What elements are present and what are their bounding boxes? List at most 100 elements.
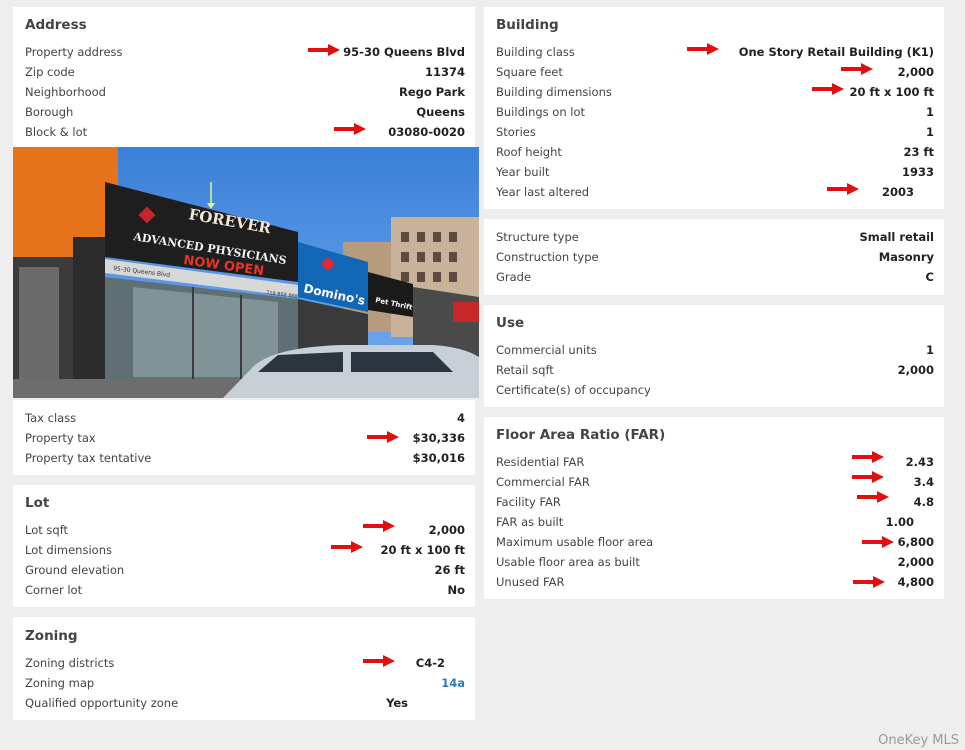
row-value: Queens <box>416 105 465 119</box>
row-label: Borough <box>25 105 74 119</box>
row-label: Tax class <box>25 411 77 425</box>
row-value: Yes <box>386 696 408 710</box>
lot-row: Ground elevation 26 ft <box>25 560 465 580</box>
row-label: Property tax tentative <box>25 451 152 465</box>
building-title: Building <box>496 17 559 33</box>
row-label: Year last altered <box>496 185 590 199</box>
zoning-row: Zoning districts C4-2 <box>25 653 465 673</box>
structure-row: Grade C <box>496 267 934 287</box>
row-value: $30,016 <box>412 451 465 465</box>
building-card: Building Building class One Story Retail… <box>484 7 944 209</box>
building-row: Year built 1933 <box>496 162 934 182</box>
row-value: $30,336 <box>412 431 465 445</box>
row-value: 20 ft x 100 ft <box>380 543 465 557</box>
row-label: Ground elevation <box>25 563 125 577</box>
row-label: Lot sqft <box>25 523 69 537</box>
row-value: 2003 <box>881 185 914 199</box>
building-row: Roof height 23 ft <box>496 142 934 162</box>
zoning-row: Qualified opportunity zone Yes <box>25 693 465 713</box>
row-value: 2,000 <box>428 523 465 537</box>
address-row: Neighborhood Rego Park <box>25 82 465 102</box>
row-label: Residential FAR <box>496 455 585 469</box>
row-label: Stories <box>496 125 536 139</box>
row-label: Commercial FAR <box>496 475 590 489</box>
row-value: Small retail <box>859 230 934 244</box>
row-value: No <box>447 583 465 597</box>
red-arrow-icon <box>331 541 363 553</box>
row-label: Square feet <box>496 65 563 79</box>
row-value: 4.8 <box>913 495 934 509</box>
row-value: 03080-0020 <box>388 125 465 139</box>
row-value: 20 ft x 100 ft <box>849 85 934 99</box>
row-value: 23 ft <box>903 145 934 159</box>
row-label: Property tax <box>25 431 96 445</box>
row-label: Unused FAR <box>496 575 565 589</box>
building-row: Buildings on lot 1 <box>496 102 934 122</box>
row-value: Rego Park <box>399 85 465 99</box>
row-value: 2,000 <box>897 555 934 569</box>
row-label: Facility FAR <box>496 495 561 509</box>
row-value: 26 ft <box>434 563 465 577</box>
row-label: Year built <box>496 165 550 179</box>
row-value: 4 <box>456 411 465 425</box>
red-arrow-icon <box>853 576 885 588</box>
row-value: 1.00 <box>885 515 914 529</box>
row-label: Retail sqft <box>496 363 554 377</box>
row-label: Neighborhood <box>25 85 106 99</box>
row-label: Grade <box>496 270 532 284</box>
red-arrow-icon <box>852 471 884 483</box>
far-row: FAR as built 1.00 <box>496 512 934 532</box>
far-card: Floor Area Ratio (FAR) Residential FAR 2… <box>484 417 944 599</box>
use-row: Retail sqft 2,000 <box>496 360 934 380</box>
red-arrow-icon <box>827 183 859 195</box>
row-value: C <box>925 270 934 284</box>
red-arrow-icon <box>687 43 719 55</box>
address-row: Block & lot 03080-0020 <box>25 122 465 142</box>
row-label: Zoning districts <box>25 656 115 670</box>
zoning-row: Zoning map 14a <box>25 673 465 693</box>
property-photo: FOREVER ADVANCED PHYSICIANS NOW OPEN 95-… <box>13 147 479 398</box>
row-label: Roof height <box>496 145 562 159</box>
far-title: Floor Area Ratio (FAR) <box>496 427 666 443</box>
red-arrow-icon <box>363 520 395 532</box>
use-row: Certificate(s) of occupancy <box>496 380 934 400</box>
row-value: 2,000 <box>897 65 934 79</box>
row-value: 1933 <box>901 165 934 179</box>
red-arrow-icon <box>852 451 884 463</box>
row-label: Construction type <box>496 250 599 264</box>
row-value: 4,800 <box>897 575 934 589</box>
red-arrow-icon <box>862 536 894 548</box>
tax-row: Property tax $30,336 <box>25 428 465 448</box>
far-row: Usable floor area as built 2,000 <box>496 552 934 572</box>
red-arrow-icon <box>308 44 340 56</box>
lot-title: Lot <box>25 495 50 511</box>
row-value: 1 <box>925 343 934 357</box>
row-label: Structure type <box>496 230 579 244</box>
red-arrow-icon <box>367 431 399 443</box>
tax-card: Tax class 4 Property tax $30,336 Propert… <box>13 400 475 475</box>
tax-row: Property tax tentative $30,016 <box>25 448 465 468</box>
row-value: 6,800 <box>897 535 934 549</box>
storefront-image: FOREVER ADVANCED PHYSICIANS NOW OPEN 95-… <box>13 147 479 398</box>
row-label: Zoning map <box>25 676 95 690</box>
red-arrow-icon <box>812 83 844 95</box>
row-value: 95-30 Queens Blvd <box>343 45 465 59</box>
row-value: 2,000 <box>897 363 934 377</box>
row-label: Lot dimensions <box>25 543 112 557</box>
lot-row: Lot sqft 2,000 <box>25 520 465 540</box>
row-label: FAR as built <box>496 515 564 529</box>
row-label: Certificate(s) of occupancy <box>496 383 651 397</box>
address-title: Address <box>25 17 87 33</box>
row-value: Masonry <box>878 250 934 264</box>
red-arrow-icon <box>363 655 395 667</box>
address-row: Zip code 11374 <box>25 62 465 82</box>
row-value: 1 <box>925 105 934 119</box>
row-value: One Story Retail Building (K1) <box>738 45 934 59</box>
red-arrow-icon <box>841 63 873 75</box>
zoning-map-link[interactable]: 14a <box>441 673 465 693</box>
building-row: Year last altered 2003 <box>496 182 934 202</box>
row-label: Qualified opportunity zone <box>25 696 179 710</box>
row-label: Buildings on lot <box>496 105 586 119</box>
red-arrow-icon <box>334 123 366 135</box>
lot-card: Lot Lot sqft 2,000 Lot dimensions 20 ft … <box>13 485 475 607</box>
